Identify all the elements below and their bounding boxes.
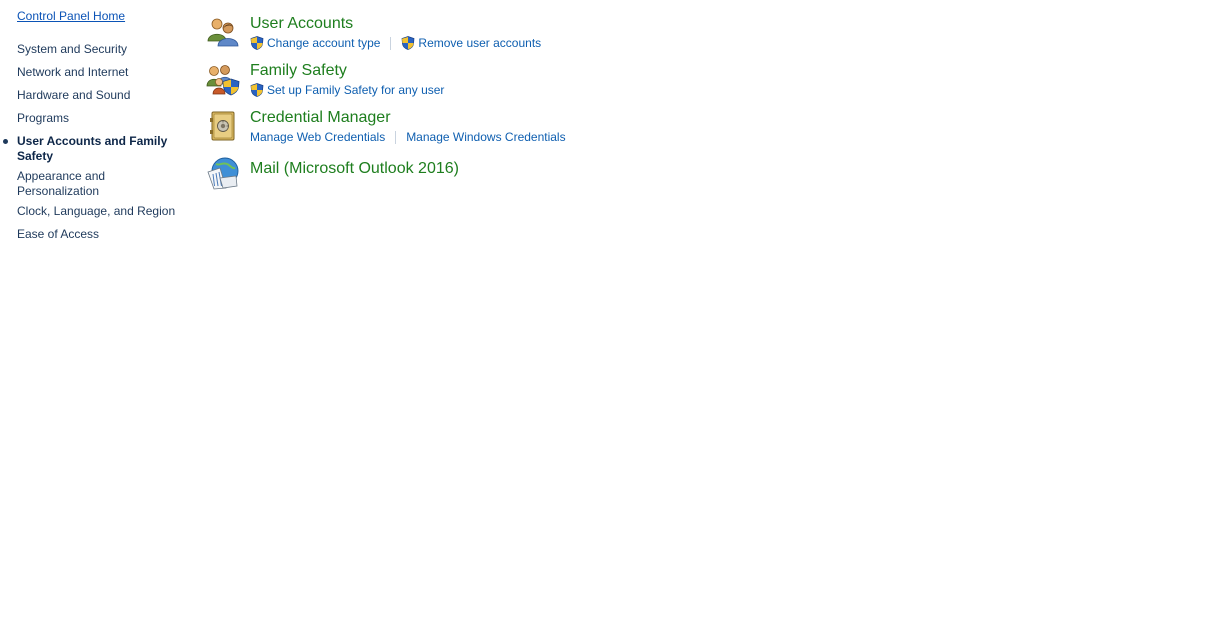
nav-category-list: System and Security Network and Internet…	[3, 42, 182, 250]
change-account-type-link[interactable]: Change account type	[250, 36, 380, 50]
set-up-family-safety-link[interactable]: Set up Family Safety for any user	[250, 83, 444, 97]
remove-user-accounts-label: Remove user accounts	[418, 36, 542, 50]
manage-windows-credentials-link[interactable]: Manage Windows Credentials	[406, 130, 565, 144]
mail-title-link[interactable]: Mail (Microsoft Outlook 2016)	[250, 159, 459, 179]
family-safety-tasks: Set up Family Safety for any user	[250, 81, 444, 99]
nav-item-programs[interactable]: Programs	[17, 111, 182, 126]
nav-item-network-internet[interactable]: Network and Internet	[17, 65, 182, 80]
current-item-bullet	[3, 139, 8, 144]
mail-icon[interactable]	[206, 156, 240, 190]
uac-shield-icon	[250, 83, 264, 97]
task-separator	[390, 36, 392, 50]
family-safety-icon[interactable]	[206, 62, 240, 96]
uac-shield-icon	[402, 36, 415, 50]
remove-user-accounts-link[interactable]: Remove user accounts	[401, 36, 541, 50]
uac-shield-icon	[250, 36, 264, 50]
nav-item-label: User Accounts and Family Safety	[17, 134, 168, 163]
user-accounts-title-link[interactable]: User Accounts	[250, 14, 541, 34]
users-icon[interactable]	[206, 15, 240, 49]
manage-web-credentials-link[interactable]: Manage Web Credentials	[250, 130, 385, 144]
nav-item-ease-of-access[interactable]: Ease of Access	[17, 227, 182, 242]
credential-manager-tasks: Manage Web Credentials Manage Windows Cr…	[250, 128, 566, 146]
nav-item-hardware-sound[interactable]: Hardware and Sound	[17, 88, 182, 103]
control-panel-home-link[interactable]: Control Panel Home	[17, 9, 125, 23]
nav-item-user-accounts-family-safety[interactable]: User Accounts and Family Safety	[3, 134, 182, 164]
category-family-safety-body: Family Safety Set up Family Safety for a…	[250, 61, 444, 99]
category-user-accounts-body: User Accounts Change account type Remove…	[250, 14, 541, 52]
nav-item-appearance-personalization[interactable]: Appearance and Personalization	[17, 169, 182, 199]
category-credential-manager-body: Credential Manager Manage Web Credential…	[250, 108, 566, 146]
nav-item-system-security[interactable]: System and Security	[17, 42, 182, 57]
credential-vault-icon[interactable]	[206, 109, 240, 143]
control-panel-page: Control Panel Home System and Security N…	[0, 0, 1231, 643]
family-safety-title-link[interactable]: Family Safety	[250, 61, 444, 81]
user-accounts-tasks: Change account type Remove user accounts	[250, 34, 541, 52]
nav-item-clock-language-region[interactable]: Clock, Language, and Region	[17, 204, 182, 219]
set-up-family-safety-label: Set up Family Safety for any user	[267, 83, 445, 97]
task-separator	[395, 130, 397, 144]
category-mail-body: Mail (Microsoft Outlook 2016)	[250, 155, 459, 179]
change-account-type-label: Change account type	[267, 36, 381, 50]
credential-manager-title-link[interactable]: Credential Manager	[250, 108, 566, 128]
